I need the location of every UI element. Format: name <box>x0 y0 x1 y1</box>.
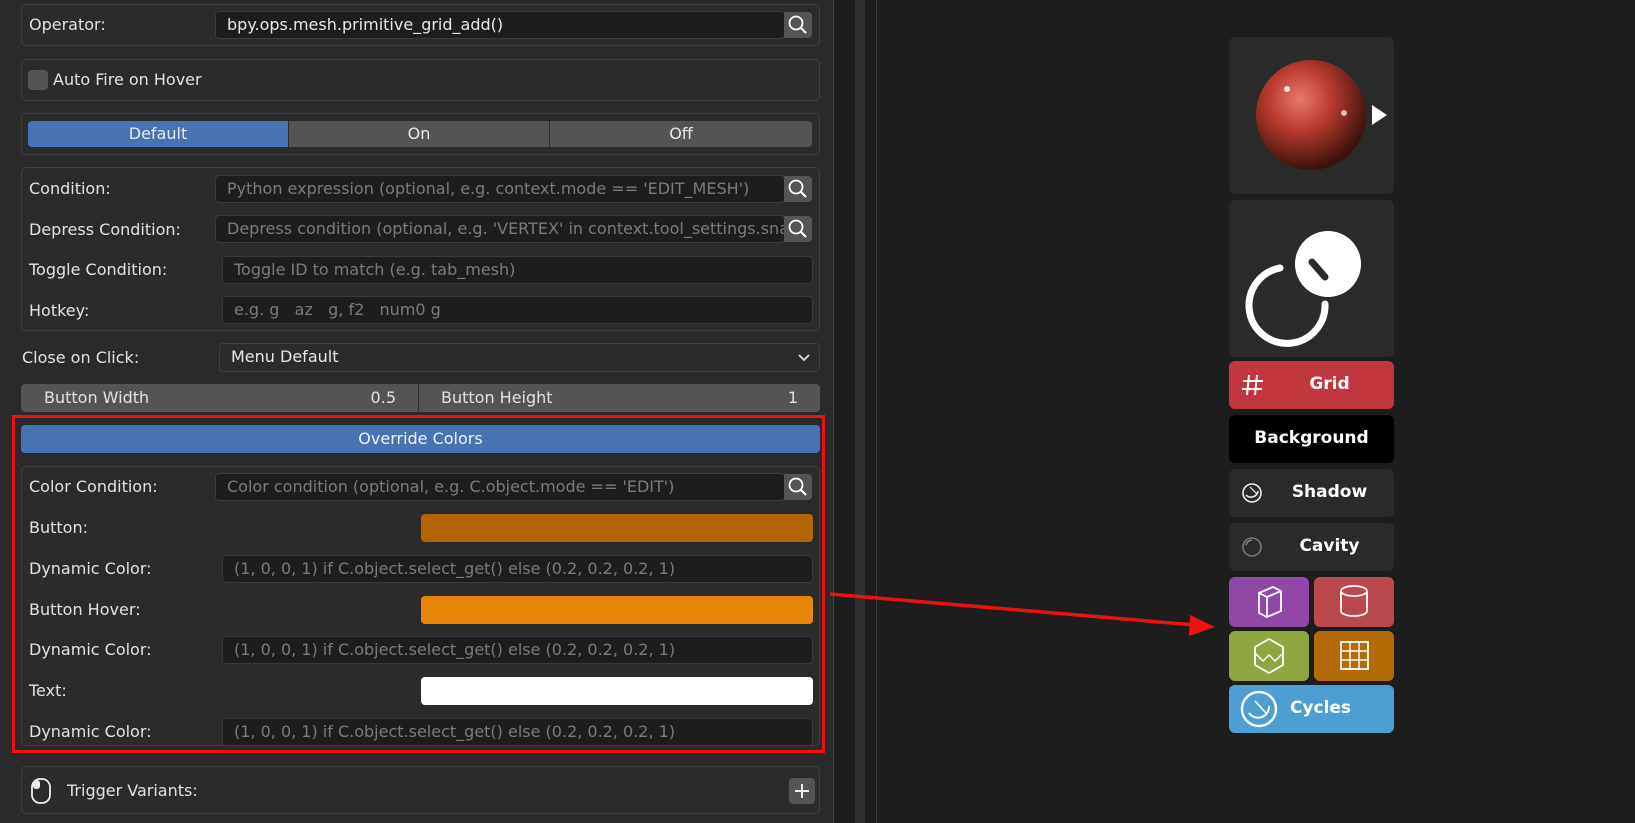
trigger-variants-label: Trigger Variants: <box>67 781 198 800</box>
mode-option-off[interactable]: Off <box>550 121 812 147</box>
mouse-icon <box>31 778 51 804</box>
cylinder-icon <box>1340 585 1368 617</box>
grid-mesh-tile[interactable] <box>1314 631 1394 681</box>
depress-search-button[interactable] <box>784 216 812 242</box>
text-color-label: Text: <box>29 681 67 700</box>
separator-line <box>876 0 877 823</box>
dynamic-color-label-1: Dynamic Color: <box>29 559 152 578</box>
cube-icon <box>1258 586 1282 618</box>
close-on-click-value: Menu Default <box>231 347 339 366</box>
hotkey-input[interactable]: e.g. g az g, f2 num0 g <box>222 296 813 324</box>
cylinder-tile[interactable] <box>1314 577 1394 627</box>
search-icon <box>788 477 807 496</box>
sphere-tile[interactable] <box>1229 631 1309 681</box>
button-hover-swatch[interactable] <box>421 596 813 624</box>
color-condition-label: Color Condition: <box>29 477 158 496</box>
close-on-click-dropdown[interactable]: Menu Default <box>219 343 820 372</box>
grid-button-label: Grid <box>1309 374 1350 394</box>
material-sphere-icon <box>1256 60 1387 170</box>
depress-condition-label: Depress Condition: <box>29 220 181 239</box>
color-condition-input[interactable]: Color condition (optional, e.g. C.object… <box>215 473 785 501</box>
toggle-condition-input[interactable]: Toggle ID to match (e.g. tab_mesh) <box>222 256 813 284</box>
override-colors-title: Override Colors <box>358 429 483 448</box>
text-color-swatch[interactable] <box>421 677 813 705</box>
dynamic-color-input-2[interactable]: (1, 0, 0, 1) if C.object.select_get() el… <box>222 636 813 664</box>
cavity-button-label: Cavity <box>1299 536 1360 556</box>
viewport-toggle-tile[interactable] <box>1229 200 1394 357</box>
search-icon <box>788 179 807 198</box>
button-width-slider[interactable]: Button Width 0.5 <box>21 384 419 412</box>
search-icon <box>788 219 807 238</box>
button-height-value: 1 <box>787 388 798 407</box>
close-on-click-label: Close on Click: <box>22 348 140 367</box>
auto-fire-label: Auto Fire on Hover <box>53 70 202 89</box>
button-color-label: Button: <box>29 518 88 537</box>
condition-input[interactable]: Python expression (optional, e.g. contex… <box>215 175 785 203</box>
operator-search-button[interactable] <box>784 12 812 38</box>
cube-tile[interactable] <box>1229 577 1309 627</box>
cycles-button[interactable]: Cycles <box>1229 685 1394 733</box>
operator-input[interactable]: bpy.ops.mesh.primitive_grid_add() <box>215 11 785 39</box>
condition-label: Condition: <box>29 179 111 198</box>
auto-fire-checkbox[interactable] <box>28 70 48 90</box>
button-height-label: Button Height <box>441 388 553 407</box>
panel-border <box>833 0 834 823</box>
button-height-slider[interactable]: Button Height 1 <box>419 384 820 412</box>
grid-mesh-icon <box>1340 641 1369 670</box>
operator-label: Operator: <box>29 15 106 34</box>
ico-sphere-icon <box>1254 637 1284 675</box>
button-hover-label: Button Hover: <box>29 600 141 619</box>
mode-option-default[interactable]: Default <box>28 121 289 147</box>
override-colors-toggle[interactable]: Override Colors <box>21 425 820 453</box>
shadow-button[interactable]: Shadow <box>1229 469 1394 517</box>
hotkey-label: Hotkey: <box>29 301 90 320</box>
color-condition-search-button[interactable] <box>784 474 812 500</box>
scrollbar-track[interactable] <box>855 0 865 823</box>
dynamic-color-input-3[interactable]: (1, 0, 0, 1) if C.object.select_get() el… <box>222 718 813 746</box>
search-icon <box>788 15 807 34</box>
dynamic-color-label-2: Dynamic Color: <box>29 640 152 659</box>
plus-icon <box>795 784 809 798</box>
button-color-swatch[interactable] <box>421 514 813 542</box>
dynamic-color-input-1[interactable]: (1, 0, 0, 1) if C.object.select_get() el… <box>222 555 813 583</box>
overlay-toggle-icon <box>1245 231 1361 347</box>
toggle-condition-label: Toggle Condition: <box>29 260 168 279</box>
pie-button-editor-panel: Operator: bpy.ops.mesh.primitive_grid_ad… <box>0 0 833 823</box>
grid-button[interactable]: Grid <box>1229 361 1394 409</box>
button-width-label: Button Width <box>44 388 150 407</box>
shadow-button-label: Shadow <box>1291 482 1368 502</box>
dynamic-color-label-3: Dynamic Color: <box>29 722 152 741</box>
button-width-value: 0.5 <box>370 388 396 407</box>
condition-search-button[interactable] <box>784 176 812 202</box>
add-trigger-variant-button[interactable] <box>789 778 815 804</box>
cycles-button-label: Cycles <box>1289 698 1352 718</box>
background-button[interactable]: Background <box>1229 415 1394 463</box>
cavity-button[interactable]: Cavity <box>1229 523 1394 571</box>
depress-condition-input[interactable]: Depress condition (optional, e.g. 'VERTE… <box>215 215 785 243</box>
chevron-down-icon <box>798 354 810 362</box>
material-preview-tile[interactable] <box>1229 37 1394 194</box>
mode-option-on[interactable]: On <box>289 121 550 147</box>
background-button-label: Background <box>1254 428 1369 448</box>
